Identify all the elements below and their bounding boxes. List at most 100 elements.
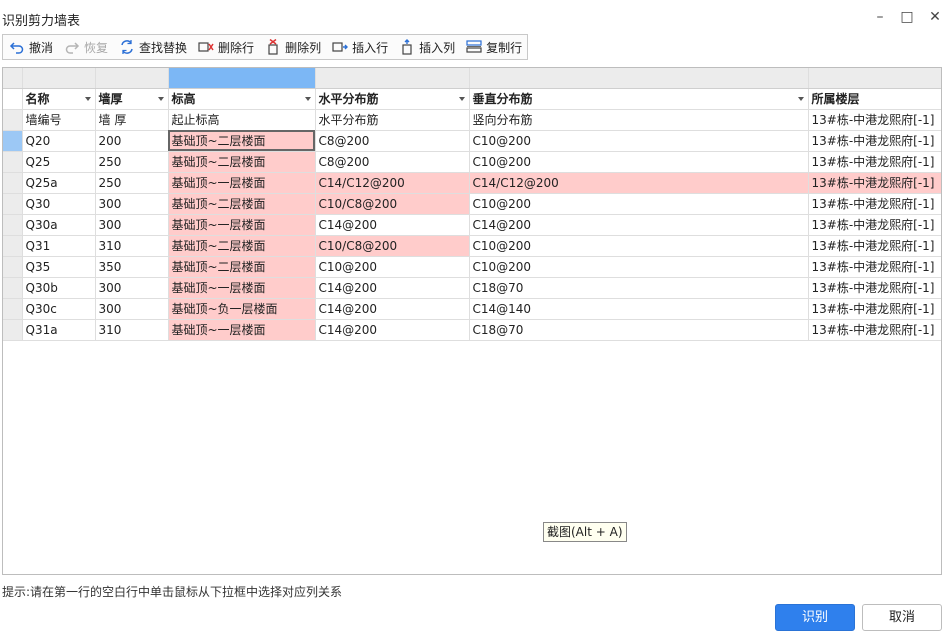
table-cell[interactable]: 13#栋-中港龙熙府[-1] xyxy=(808,172,941,194)
close-icon[interactable]: ✕ xyxy=(924,8,946,26)
undo-button[interactable]: 撤消 xyxy=(3,35,58,59)
table-cell[interactable]: C18@70 xyxy=(469,319,809,341)
chevron-down-icon[interactable] xyxy=(84,96,91,101)
find-replace-button[interactable]: 查找替换 xyxy=(113,35,192,59)
table-cell[interactable]: 基础顶~负一层楼面 xyxy=(168,298,316,320)
table-cell[interactable]: 基础顶~一层楼面 xyxy=(168,172,316,194)
table-cell[interactable]: 250 xyxy=(95,151,169,173)
table-cell[interactable]: 300 xyxy=(95,277,169,299)
table-cell[interactable]: 250 xyxy=(95,172,169,194)
table-cell[interactable]: C14@200 xyxy=(315,214,470,236)
row-header[interactable] xyxy=(3,256,23,278)
copy-row-button[interactable]: 复制行 xyxy=(460,35,527,59)
insert-row-button[interactable]: 插入行 xyxy=(326,35,393,59)
redo-button[interactable]: 恢复 xyxy=(58,35,113,59)
table-cell[interactable]: C14@200 xyxy=(315,298,470,320)
table-cell[interactable]: 310 xyxy=(95,235,169,257)
table-cell[interactable]: C8@200 xyxy=(315,151,470,173)
table-cell[interactable]: 13#栋-中港龙熙府[-1] xyxy=(808,130,941,152)
table-cell[interactable]: Q31a xyxy=(22,319,96,341)
recognize-button[interactable]: 识别 xyxy=(775,604,855,631)
mapping-dropdown-thickness[interactable]: 墙厚 xyxy=(95,88,169,110)
row-header[interactable] xyxy=(3,193,23,215)
table-cell[interactable]: 基础顶~二层楼面 xyxy=(168,193,316,215)
row-header[interactable] xyxy=(3,172,23,194)
row-header[interactable] xyxy=(3,151,23,173)
table-cell[interactable]: 13#栋-中港龙熙府[-1] xyxy=(808,193,941,215)
table-cell[interactable]: Q25 xyxy=(22,151,96,173)
table-cell[interactable]: 基础顶~二层楼面 xyxy=(168,235,316,257)
table-cell[interactable]: C10@200 xyxy=(469,193,809,215)
chevron-down-icon[interactable] xyxy=(157,96,164,101)
table-cell[interactable]: 基础顶~一层楼面 xyxy=(168,214,316,236)
row-header[interactable] xyxy=(3,277,23,299)
table-cell[interactable]: 基础顶~一层楼面 xyxy=(168,319,316,341)
cancel-button[interactable]: 取消 xyxy=(862,604,942,631)
table-cell[interactable]: 13#栋-中港龙熙府[-1] xyxy=(808,298,941,320)
table-cell[interactable]: 墙编号 xyxy=(22,109,96,131)
row-header[interactable] xyxy=(3,319,23,341)
table-cell[interactable]: Q20 xyxy=(22,130,96,152)
row-header[interactable] xyxy=(3,130,23,152)
mapping-dropdown-name[interactable]: 名称 xyxy=(22,88,96,110)
delete-row-button[interactable]: 删除行 xyxy=(192,35,259,59)
table-cell[interactable]: 基础顶~二层楼面 xyxy=(168,256,316,278)
table-cell[interactable]: Q30b xyxy=(22,277,96,299)
table-cell[interactable]: 350 xyxy=(95,256,169,278)
table-cell[interactable]: C14/C12@200 xyxy=(315,172,470,194)
column-selector[interactable] xyxy=(315,68,470,89)
table-cell[interactable]: 13#栋-中港龙熙府[-1] xyxy=(808,151,941,173)
table-cell[interactable]: C14/C12@200 xyxy=(469,172,809,194)
table-cell[interactable]: 13#栋-中港龙熙府[-1] xyxy=(808,256,941,278)
table-cell[interactable]: C10/C8@200 xyxy=(315,193,470,215)
column-selector-selected[interactable] xyxy=(168,68,316,89)
table-cell[interactable]: 300 xyxy=(95,214,169,236)
table-cell[interactable]: 300 xyxy=(95,298,169,320)
table-cell[interactable]: Q30a xyxy=(22,214,96,236)
table-cell[interactable]: 水平分布筋 xyxy=(315,109,470,131)
chevron-down-icon[interactable] xyxy=(458,96,465,101)
table-cell[interactable]: C14@140 xyxy=(469,298,809,320)
table-cell[interactable]: 墙 厚 xyxy=(95,109,169,131)
minimize-icon[interactable]: – xyxy=(869,8,891,26)
table-cell[interactable]: C10@200 xyxy=(315,256,470,278)
mapping-dropdown-horizontal-rebar[interactable]: 水平分布筋 xyxy=(315,88,470,110)
table-cell[interactable]: C8@200 xyxy=(315,130,470,152)
table-cell[interactable]: C14@200 xyxy=(469,214,809,236)
table-cell[interactable]: C10@200 xyxy=(469,256,809,278)
table-cell[interactable]: 起止标高 xyxy=(168,109,316,131)
table-cell[interactable]: Q35 xyxy=(22,256,96,278)
mapping-dropdown-vertical-rebar[interactable]: 垂直分布筋 xyxy=(469,88,809,110)
table-cell[interactable]: C10@200 xyxy=(469,151,809,173)
table-cell[interactable]: C14@200 xyxy=(315,277,470,299)
table-cell[interactable]: 13#栋-中港龙熙府[-1] xyxy=(808,214,941,236)
table-cell[interactable]: Q31 xyxy=(22,235,96,257)
row-header[interactable] xyxy=(3,235,23,257)
row-header[interactable] xyxy=(3,214,23,236)
table-cell[interactable]: Q30 xyxy=(22,193,96,215)
mapping-dropdown-floor[interactable]: 所属楼层 xyxy=(808,88,941,110)
mapping-dropdown-elevation[interactable]: 标高 xyxy=(168,88,316,110)
table-cell[interactable]: C14@200 xyxy=(315,319,470,341)
table-cell[interactable]: 13#栋-中港龙熙府[-1] xyxy=(808,109,941,131)
maximize-icon[interactable]: □ xyxy=(896,8,918,26)
chevron-down-icon[interactable] xyxy=(797,96,804,101)
column-selector[interactable] xyxy=(95,68,169,89)
delete-column-button[interactable]: 删除列 xyxy=(259,35,326,59)
table-cell[interactable]: 310 xyxy=(95,319,169,341)
column-selector[interactable] xyxy=(808,68,941,89)
table-cell[interactable]: 200 xyxy=(95,130,169,152)
table-cell[interactable]: 基础顶~一层楼面 xyxy=(168,277,316,299)
table-cell[interactable]: 竖向分布筋 xyxy=(469,109,809,131)
table-cell[interactable]: C10@200 xyxy=(469,235,809,257)
column-selector[interactable] xyxy=(22,68,96,89)
row-header[interactable] xyxy=(3,298,23,320)
table-cell[interactable]: 13#栋-中港龙熙府[-1] xyxy=(808,235,941,257)
table-cell[interactable]: 13#栋-中港龙熙府[-1] xyxy=(808,277,941,299)
table-cell[interactable]: 基础顶~二层楼面 xyxy=(168,130,316,152)
table-cell[interactable]: Q25a xyxy=(22,172,96,194)
column-selector[interactable] xyxy=(469,68,809,89)
table-cell[interactable]: 13#栋-中港龙熙府[-1] xyxy=(808,319,941,341)
table-cell[interactable]: 300 xyxy=(95,193,169,215)
table-cell[interactable]: Q30c xyxy=(22,298,96,320)
